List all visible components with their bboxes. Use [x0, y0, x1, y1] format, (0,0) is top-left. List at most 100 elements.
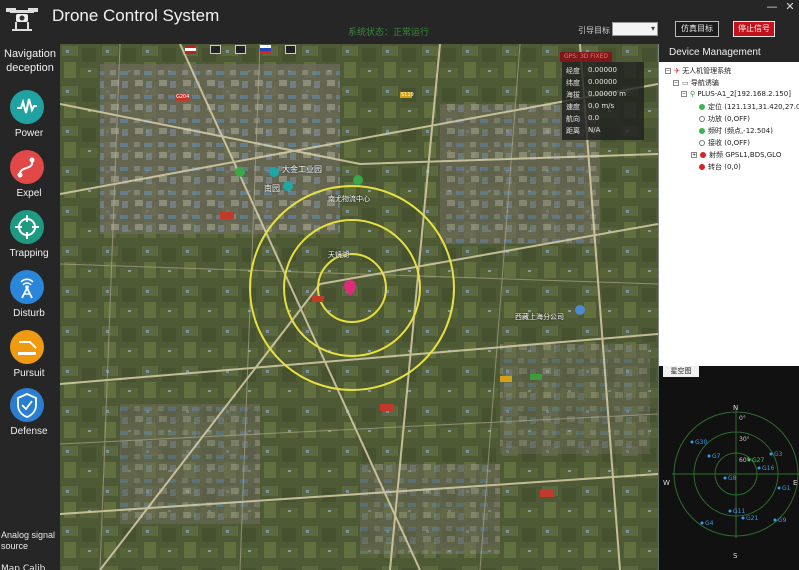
sidebar-item-power[interactable]: Power: [0, 90, 58, 146]
collapse-icon[interactable]: −: [665, 68, 671, 74]
status-off-icon: [699, 116, 705, 122]
flag-ru-icon[interactable]: [260, 45, 272, 54]
telemetry-key: 经度: [566, 67, 580, 75]
sidebar-item-trapping[interactable]: Trapping: [0, 210, 58, 266]
tree-node-label: 无人机管理系统: [682, 67, 732, 75]
tree-node-navigation[interactable]: − ▭ 导航诱骗: [673, 78, 719, 89]
drone-icon: ✈: [674, 67, 683, 75]
sidebar-item-label: Pursuit: [13, 368, 45, 379]
flag-b2-icon[interactable]: [235, 45, 247, 54]
telemetry-key: 航向: [566, 115, 580, 123]
map-view[interactable]: GPS: 3D FIXED 经度 0.00000 纬度 0.00000 海拔 0…: [60, 44, 658, 570]
sidebar-item-disturb[interactable]: Disturb: [0, 270, 58, 326]
tree-node-label: 接收 (0,OFF): [708, 139, 750, 147]
telemetry-value: 0.0 m/s: [588, 102, 615, 110]
satellite-marker: G11: [728, 508, 745, 515]
shield-icon: [10, 388, 44, 422]
collapse-icon[interactable]: −: [673, 80, 679, 86]
status-off-icon: [699, 140, 705, 146]
status-red-icon: [699, 164, 705, 170]
folder-icon: ▭: [682, 79, 691, 87]
analog-signal-source-item[interactable]: Analog signal source: [0, 530, 60, 552]
svg-text:G30: G30: [695, 439, 707, 446]
drone-logo-icon: [6, 8, 38, 31]
satellite-marker: G9: [773, 517, 787, 524]
tab-sky-plot[interactable]: 星空图: [663, 366, 699, 377]
tree-node-position[interactable]: 定位 (121.131,31.420,27.0): [699, 102, 799, 113]
sky-south-label: S: [733, 552, 738, 560]
sidebar-item-expel[interactable]: Expel: [0, 150, 58, 206]
road-label: G204: [176, 94, 190, 100]
svg-text:G4: G4: [705, 520, 714, 527]
svg-text:G16: G16: [762, 465, 774, 472]
sky-north-label: N: [733, 404, 738, 412]
target-select[interactable]: ▾: [612, 22, 658, 36]
satellite-marker: G16: [757, 465, 774, 472]
telemetry-key: 纬度: [566, 79, 580, 87]
tree-node-label: 射频 GPSL1,BDS,GLO: [709, 151, 782, 159]
sidebar-item-label: Expel: [16, 188, 42, 199]
collapse-icon[interactable]: −: [681, 91, 687, 97]
tree-node-label: PLUS-A1_2[192.168.2.150]: [697, 90, 791, 98]
status-green-icon: [699, 128, 705, 134]
stop-signal-button[interactable]: 停止信号: [733, 21, 775, 37]
tree-node-turntable[interactable]: 转台 (0,0): [699, 162, 741, 173]
chevron-down-icon: ▾: [650, 24, 655, 33]
tree-node-receive[interactable]: 接收 (0,OFF): [699, 138, 750, 149]
telemetry-panel: 经度 0.00000 纬度 0.00000 海拔 0.00000 m 速度 0.…: [562, 62, 644, 140]
pursuit-icon: [10, 330, 44, 364]
tree-node-label: 功放 (0,OFF): [708, 115, 750, 123]
satellite-marker: G21: [741, 515, 758, 522]
svg-text:G1: G1: [782, 485, 791, 492]
telemetry-value: 0.00000 m: [588, 90, 626, 98]
svg-text:G8: G8: [728, 475, 737, 482]
system-status-text: 系统状态：正常运行: [348, 28, 430, 38]
map-label: 南园: [264, 184, 280, 193]
svg-text:G7: G7: [712, 453, 721, 460]
route-icon: [10, 150, 44, 184]
close-icon[interactable]: ✕: [784, 1, 796, 12]
tree-node-amplifier[interactable]: 功放 (0,OFF): [699, 114, 750, 125]
minimize-icon[interactable]: —: [766, 1, 778, 12]
tree-node-timing[interactable]: 频时 (频点,-12.504): [699, 126, 773, 137]
tree-node-root[interactable]: − ✈ 无人机管理系统: [665, 66, 731, 77]
sky-0-label: 0°: [739, 415, 746, 422]
sidebar-item-label: Power: [14, 128, 44, 139]
tree-node-rf[interactable]: + 射频 GPSL1,BDS,GLO: [691, 150, 781, 161]
app-title: Drone Control System: [52, 6, 220, 25]
satellite-marker: G8: [723, 475, 737, 482]
crosshair-icon: [10, 210, 44, 244]
svg-text:G3: G3: [774, 451, 783, 458]
gps-status-banner: GPS: 3D FIXED: [560, 52, 612, 62]
expand-icon[interactable]: +: [691, 152, 697, 158]
svg-text:G9: G9: [778, 517, 787, 524]
satellite-marker: G30: [690, 439, 707, 446]
sky-west-label: W: [663, 479, 670, 487]
sidebar-item-defense[interactable]: Defense: [0, 388, 58, 444]
svg-text:G11: G11: [733, 508, 745, 515]
app-window: Drone Control System — ✕ 系统状态：正常运行 引导目标 …: [0, 0, 799, 570]
sky-plot-panel: 星空图 N S W E 0° 30° 60° G30 G7 G27 G16 G8: [658, 366, 799, 570]
antenna-icon: [10, 270, 44, 304]
sidebar-item-label: Disturb: [13, 308, 45, 319]
telemetry-key: 距离: [566, 127, 580, 135]
flag-us-icon[interactable]: [185, 45, 196, 54]
target-label: 引导目标: [578, 26, 610, 35]
tree-node-device[interactable]: − ⚲ PLUS-A1_2[192.168.2.150]: [681, 90, 791, 101]
satellite-marker: G7: [707, 453, 721, 460]
sidebar-item-pursuit[interactable]: Pursuit: [0, 330, 58, 386]
telemetry-value: 0.00000: [588, 78, 617, 86]
telemetry-value: N/A: [588, 126, 601, 134]
flag-other-icon[interactable]: [285, 45, 297, 54]
tree-node-label: 转台 (0,0): [708, 163, 741, 171]
flag-b-icon[interactable]: [210, 45, 222, 54]
telemetry-key: 海拔: [566, 91, 580, 99]
sidebar-title: Navigation deception: [4, 48, 56, 74]
sky-30-label: 30°: [739, 436, 750, 443]
device-panel-title: Device Management: [659, 44, 799, 62]
map-calibration-item[interactable]: Map Calib: [0, 562, 60, 570]
flag-bar: [185, 45, 305, 57]
simulate-target-button[interactable]: 仿真目标: [675, 21, 719, 37]
map-label: 大金工业园: [282, 165, 322, 174]
telemetry-value: 0.00000: [588, 66, 617, 74]
